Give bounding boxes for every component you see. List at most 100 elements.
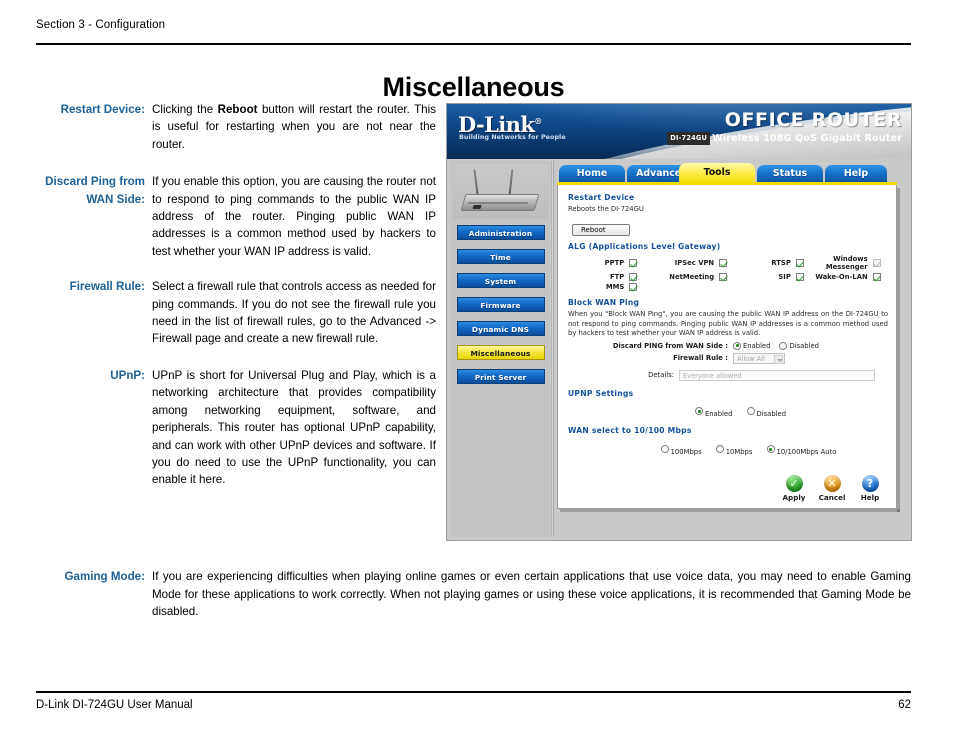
router-led bbox=[472, 205, 482, 209]
desc-bold: Reboot bbox=[217, 103, 258, 116]
cancel-button[interactable]: ✕ Cancel bbox=[816, 475, 848, 502]
footer-page-number: 62 bbox=[898, 699, 911, 711]
model-badge: DI-724GU bbox=[667, 132, 711, 145]
sidebar-item-system[interactable]: System bbox=[456, 273, 545, 288]
definition-list: Restart Device: Clicking the Reboot butt… bbox=[36, 101, 436, 505]
upnp-radio-enabled[interactable] bbox=[694, 407, 703, 416]
sidebar-item-time[interactable]: Time bbox=[456, 249, 545, 264]
alg-empty-cell bbox=[645, 282, 888, 292]
chevron-down-icon bbox=[774, 354, 783, 364]
details-input[interactable]: Everyone allowed bbox=[679, 369, 875, 381]
discard-ping-radio-enabled[interactable] bbox=[733, 341, 741, 350]
alg-checkbox-wake-on-lan[interactable] bbox=[872, 273, 881, 282]
definition-description: Select a firewall rule that controls acc… bbox=[152, 280, 436, 346]
alg-checkbox-sip[interactable] bbox=[795, 273, 804, 282]
cancel-label: Cancel bbox=[818, 493, 846, 502]
router-tab-strip: Home Advanced Tools Status Help bbox=[557, 163, 897, 185]
header-divider bbox=[36, 43, 911, 45]
router-settings-panel: Restart Device Reboots the DI-724GU Rebo… bbox=[557, 185, 897, 509]
reboot-button[interactable]: Reboot bbox=[572, 224, 630, 237]
alg-checkbox-cell-pptp bbox=[629, 254, 644, 272]
tab-status[interactable]: Status bbox=[757, 165, 823, 182]
alg-checkbox-cell-rtsp bbox=[795, 254, 811, 272]
panel-shadow-right bbox=[897, 188, 900, 512]
definition-row-restart-device: Restart Device: Clicking the Reboot butt… bbox=[36, 101, 436, 153]
router-main-area: Home Advanced Tools Status Help Restart … bbox=[557, 163, 907, 535]
alg-checkbox-cell-ipsec-vpn bbox=[719, 254, 734, 272]
alg-checkbox-rtsp[interactable] bbox=[795, 259, 804, 268]
alg-checkbox-cell-sip bbox=[795, 272, 811, 282]
router-ui-screenshot: D-Link® Building Networks for People OFF… bbox=[446, 103, 912, 541]
sidebar-item-dynamic-dns[interactable]: Dynamic DNS bbox=[456, 321, 545, 336]
definition-row-upnp: UPnP: UPnP is short for Universal Plug a… bbox=[36, 367, 436, 489]
alg-checkbox-cell-mms bbox=[629, 282, 644, 292]
alg-label-sip: SIP bbox=[778, 273, 791, 282]
definition-term: Discard Ping from WAN Side: bbox=[45, 175, 145, 206]
product-subtitle-text: Wireless 108G QoS Gigabit Router bbox=[712, 133, 902, 144]
help-button[interactable]: ? Help bbox=[854, 475, 886, 502]
wan-radio-auto[interactable] bbox=[766, 445, 775, 454]
details-row: Details: Everyone allowed bbox=[566, 369, 888, 381]
alg-checkbox-ipsec-vpn[interactable] bbox=[719, 259, 728, 268]
router-ui-body: Administration Time System Firmware Dyna… bbox=[447, 159, 911, 540]
sidebar-item-print-server[interactable]: Print Server bbox=[456, 369, 545, 384]
alg-checkbox-windows-messenger[interactable] bbox=[872, 259, 881, 268]
definition-description: UPnP is short for Universal Plug and Pla… bbox=[152, 368, 436, 487]
table-row: PPTP IPSec VPN RTSP Windows Messenger bbox=[566, 254, 888, 272]
apply-label: Apply bbox=[782, 493, 806, 502]
alg-heading: ALG (Applications Level Gateway) bbox=[568, 242, 721, 252]
panel-shadow-bottom bbox=[560, 509, 900, 512]
firewall-rule-value: Allow All bbox=[737, 354, 765, 363]
wan-label-100mbps: 100Mbps bbox=[670, 447, 702, 456]
wan-select-radio-group: 100Mbps 10Mbps 10/100Mbps Auto bbox=[566, 439, 888, 458]
alg-checkbox-pptp[interactable] bbox=[629, 259, 638, 268]
antenna-left-icon bbox=[473, 168, 479, 196]
alg-checkbox-netmeeting[interactable] bbox=[719, 273, 728, 282]
alg-checkbox-ftp[interactable] bbox=[629, 273, 638, 282]
alg-label-netmeeting: NetMeeting bbox=[669, 273, 715, 282]
discard-ping-label: Discard PING from WAN Side : bbox=[612, 341, 728, 350]
router-sidebar: Administration Time System Firmware Dyna… bbox=[451, 161, 550, 537]
apply-button[interactable]: ✓ Apply bbox=[778, 475, 810, 502]
sidebar-item-administration[interactable]: Administration bbox=[456, 225, 545, 240]
wan-radio-10mbps[interactable] bbox=[715, 445, 724, 454]
alg-label-wake-on-lan: Wake-On-LAN bbox=[815, 273, 868, 282]
discard-ping-enabled-label: Enabled bbox=[743, 341, 771, 350]
definition-row-firewall-rule: Firewall Rule: Select a firewall rule th… bbox=[36, 278, 436, 348]
restart-device-heading: Restart Device bbox=[568, 193, 635, 202]
upnp-radio-group: Enabled Disabled bbox=[566, 401, 888, 420]
definition-term: UPnP: bbox=[110, 368, 145, 382]
firewall-rule-select[interactable]: Allow All bbox=[733, 352, 785, 364]
sidebar-item-firmware[interactable]: Firmware bbox=[456, 297, 545, 312]
table-row: FTP NetMeeting SIP Wake-On-LAN bbox=[566, 272, 888, 282]
alg-label-windows-messenger: Windows Messenger bbox=[825, 255, 868, 272]
alg-checkbox-cell-netmeeting bbox=[719, 272, 734, 282]
wan-select-heading: WAN select to 10/100 Mbps bbox=[568, 425, 692, 435]
wan-label-10mbps: 10Mbps bbox=[725, 447, 753, 456]
tab-help[interactable]: Help bbox=[825, 165, 887, 182]
router-ui-header: D-Link® Building Networks for People OFF… bbox=[447, 104, 911, 159]
definition-row-discard-ping: Discard Ping from WAN Side: If you enabl… bbox=[36, 173, 436, 260]
definition-row-gaming-mode: Gaming Mode: If you are experiencing dif… bbox=[36, 568, 911, 621]
discard-ping-radio-disabled[interactable] bbox=[779, 341, 788, 350]
alg-checkbox-mms[interactable] bbox=[629, 283, 638, 292]
check-icon: ✓ bbox=[785, 475, 803, 492]
wan-radio-100mbps[interactable] bbox=[660, 445, 669, 454]
alg-label-ftp: FTP bbox=[609, 273, 625, 282]
tab-tools[interactable]: Tools bbox=[679, 163, 755, 182]
panel-action-buttons: ✓ Apply ✕ Cancel ? Help bbox=[778, 475, 886, 502]
sidebar-item-miscellaneous[interactable]: Miscellaneous bbox=[456, 345, 545, 360]
section-header: Section 3 - Configuration bbox=[36, 19, 166, 31]
alg-label-rtsp: RTSP bbox=[771, 259, 791, 268]
question-mark-icon: ? bbox=[861, 475, 879, 492]
upnp-disabled-label: Disabled bbox=[756, 409, 787, 418]
definition-term: Restart Device: bbox=[60, 103, 145, 116]
dlink-logo: D-Link® bbox=[458, 110, 542, 136]
definition-description: If you enable this option, you are causi… bbox=[152, 175, 436, 258]
footer-divider bbox=[36, 691, 911, 693]
upnp-radio-disabled[interactable] bbox=[746, 407, 755, 416]
tab-home[interactable]: Home bbox=[559, 165, 625, 182]
product-title-block: OFFICE ROUTER DI-724GU Wireless 108G QoS … bbox=[667, 110, 902, 145]
alg-checkbox-cell-windows-messenger bbox=[872, 254, 888, 272]
manual-page: Section 3 - Configuration Miscellaneous … bbox=[0, 0, 954, 738]
